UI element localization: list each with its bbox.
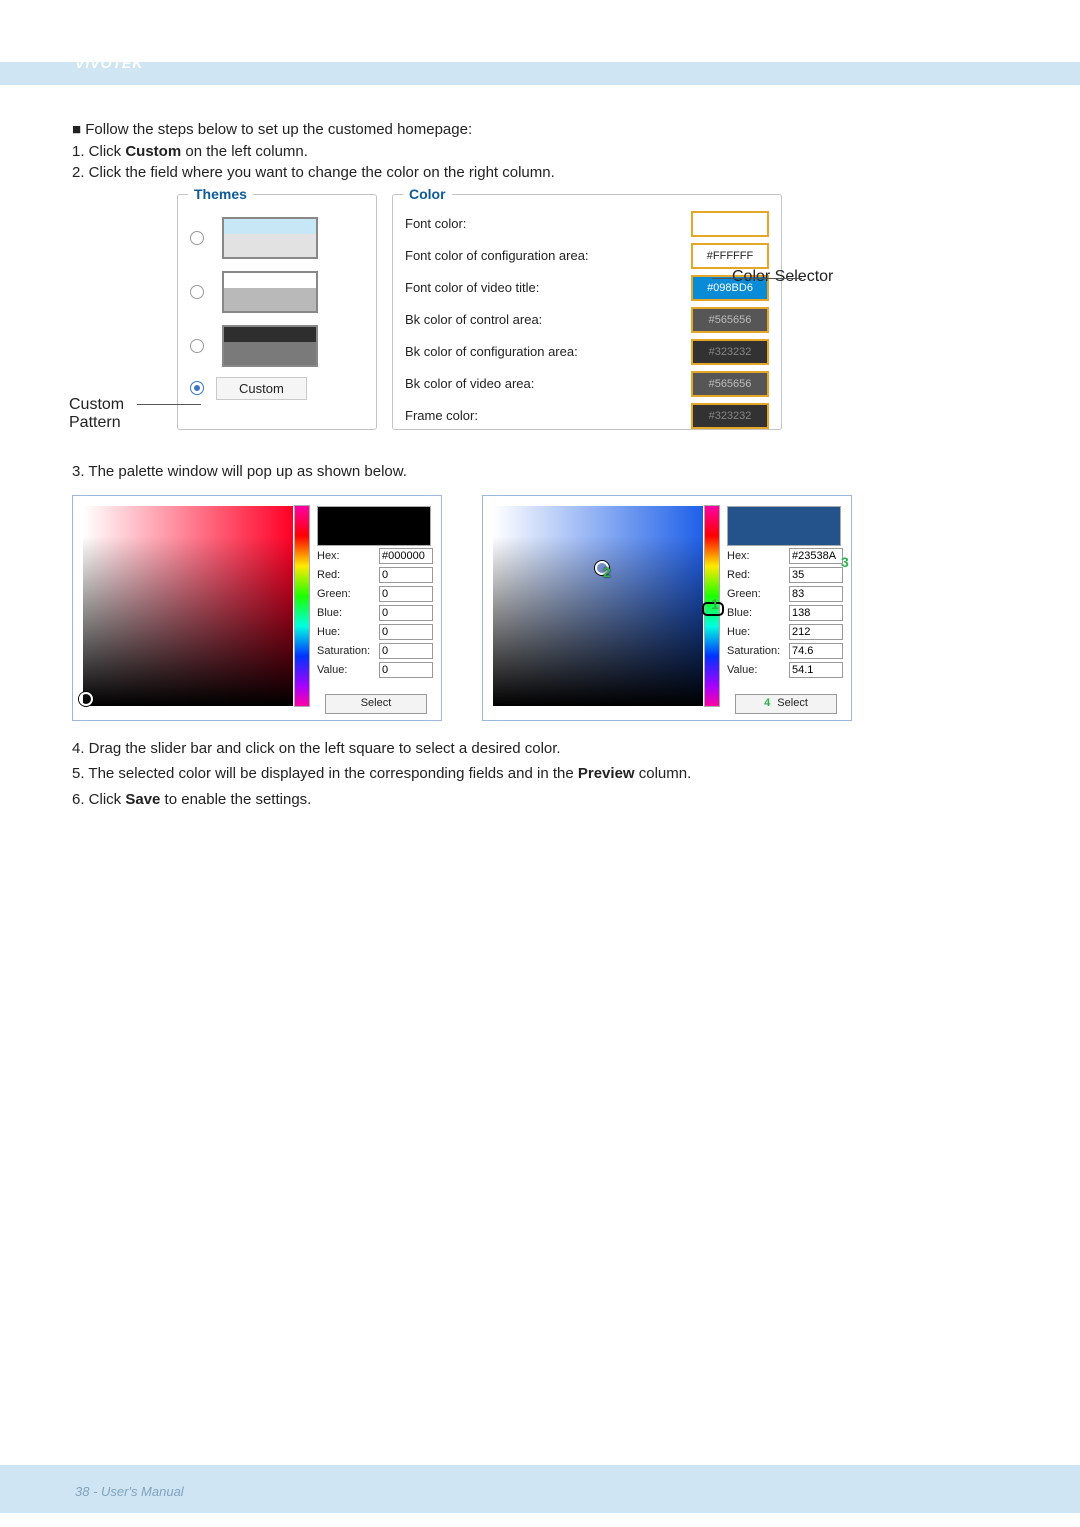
brand-logo: VIVOTEK [75, 55, 143, 71]
red-input[interactable] [379, 567, 433, 583]
themes-title: Themes [188, 186, 253, 202]
red-input[interactable] [789, 567, 843, 583]
bk-color-config-input[interactable] [691, 339, 769, 365]
palette-fields: Hex: Red: Green: Blue: Hue: Saturation: … [727, 548, 847, 681]
annotation-color-selector: Color Selector [732, 268, 833, 286]
theme-option-1[interactable] [190, 217, 364, 259]
color-title: Color [403, 186, 452, 202]
color-row: Bk color of configuration area: [405, 339, 769, 365]
val-input[interactable] [789, 662, 843, 678]
page-footer: 38 - User's Manual [75, 1484, 184, 1499]
marker-3: 3 [841, 554, 849, 570]
intro-bullet: ■ Follow the steps below to set up the c… [72, 120, 1010, 140]
theme-swatch [222, 217, 318, 259]
theme-option-2[interactable] [190, 271, 364, 313]
palette-fields: Hex: Red: Green: Blue: Hue: Saturation: … [317, 548, 437, 681]
page-content: ■ Follow the steps below to set up the c… [0, 95, 1080, 809]
picker-ring-icon [79, 692, 93, 706]
frame-color-input[interactable] [691, 403, 769, 429]
hue-input[interactable] [379, 624, 433, 640]
select-button[interactable]: Select [325, 694, 427, 714]
custom-radio-label: Custom [216, 377, 307, 400]
themes-fieldset: Themes [177, 194, 377, 430]
marker-4: 4 [764, 697, 770, 709]
step-4: 4. Drag the slider bar and click on the … [72, 739, 1010, 759]
bk-color-video-input[interactable] [691, 371, 769, 397]
color-preview [317, 506, 431, 546]
palette-window-b: Hex: Red: Green: Blue: Hue: Saturation: … [482, 495, 852, 721]
color-row: Font color: [405, 211, 769, 237]
color-preview [727, 506, 841, 546]
theme-swatch [222, 325, 318, 367]
step-3: 3. The palette window will pop up as sho… [72, 463, 1010, 480]
radio-icon[interactable] [190, 339, 204, 353]
marker-2: 2 [603, 564, 611, 580]
theme-option-custom[interactable]: Custom [190, 377, 364, 400]
radio-icon[interactable] [190, 381, 204, 395]
step-5: 5. The selected color will be displayed … [72, 764, 1010, 784]
intro-block: ■ Follow the steps below to set up the c… [72, 120, 1010, 183]
color-square[interactable] [83, 506, 293, 706]
steps-4-6: 4. Drag the slider bar and click on the … [72, 739, 1010, 810]
color-square[interactable] [493, 506, 703, 706]
color-fieldset: Color Font color: Font color of configur… [392, 194, 782, 430]
step-1: 1. Click Custom on the left column. [72, 142, 1010, 162]
step-2: 2. Click the field where you want to cha… [72, 163, 1010, 183]
color-row: Font color of configuration area: [405, 243, 769, 269]
font-color-config-input[interactable] [691, 243, 769, 269]
diagram-1: Themes [72, 188, 932, 438]
hex-input[interactable] [379, 548, 433, 564]
bk-color-control-input[interactable] [691, 307, 769, 333]
blue-input[interactable] [379, 605, 433, 621]
color-row: Frame color: [405, 403, 769, 429]
green-input[interactable] [789, 586, 843, 602]
page: VIVOTEK ■ Follow the steps below to set … [0, 0, 1080, 1527]
hex-input[interactable] [789, 548, 843, 564]
palette-row: Hex: Red: Green: Blue: Hue: Saturation: … [72, 495, 1010, 721]
annotation-line [712, 278, 802, 279]
step-6: 6. Click Save to enable the settings. [72, 790, 1010, 810]
theme-swatch [222, 271, 318, 313]
color-row: Bk color of video area: [405, 371, 769, 397]
annotation-line [137, 404, 201, 405]
hue-slider[interactable] [295, 506, 309, 706]
header-band: VIVOTEK [0, 0, 1080, 95]
annotation-custom-pattern: Custom Pattern [69, 396, 139, 432]
hue-input[interactable] [789, 624, 843, 640]
palette-window-a: Hex: Red: Green: Blue: Hue: Saturation: … [72, 495, 442, 721]
val-input[interactable] [379, 662, 433, 678]
blue-input[interactable] [789, 605, 843, 621]
radio-icon[interactable] [190, 231, 204, 245]
sat-input[interactable] [379, 643, 433, 659]
color-row: Bk color of control area: [405, 307, 769, 333]
theme-option-3[interactable] [190, 325, 364, 367]
radio-icon[interactable] [190, 285, 204, 299]
font-color-input[interactable] [691, 211, 769, 237]
sat-input[interactable] [789, 643, 843, 659]
marker-1: 1 [711, 596, 719, 612]
green-input[interactable] [379, 586, 433, 602]
select-button[interactable]: 4 Select [735, 694, 837, 714]
